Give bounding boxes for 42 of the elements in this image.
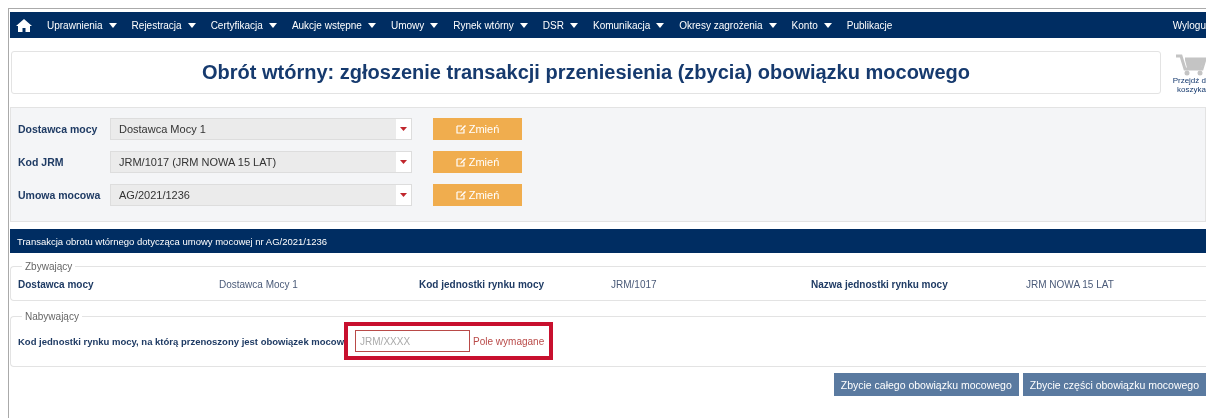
cart-link[interactable]: Przejdź d xyxy=(1172,76,1206,85)
field-value: JRM NOWA 15 LAT xyxy=(1026,279,1115,290)
section-title: Transakcja obrotu wtórnego dotycząca umowy mocowej nr AG/2021/1236 xyxy=(17,235,328,247)
logout-link[interactable]: Wylogu xyxy=(1172,19,1206,31)
nav-menu-item[interactable]: Rejestracja xyxy=(131,19,196,31)
nav-menu-item[interactable]: Komunikacja xyxy=(592,19,665,31)
nav-menu-item[interactable]: Aukcje wstępne xyxy=(291,19,376,31)
edit-icon xyxy=(455,190,466,200)
field-label: Umowa mocowa xyxy=(18,189,102,201)
nav-menu-item[interactable]: Konto xyxy=(791,19,832,31)
nav-menu-item[interactable]: Okresy zagrożenia xyxy=(679,19,777,31)
edit-icon xyxy=(455,157,466,167)
action-button[interactable]: Zbycie części obowiązku mocowego xyxy=(1022,373,1206,396)
field-label: Kod jednostki rynku mocy xyxy=(419,279,546,290)
field-label: Dostawca mocy xyxy=(18,279,95,290)
field-value: Dostawca Mocy 1 xyxy=(219,279,299,290)
group-legend: Zbywający xyxy=(22,261,76,272)
caret-icon xyxy=(400,193,407,197)
caret-icon xyxy=(400,160,407,164)
home-icon[interactable] xyxy=(16,18,32,32)
field-label: Kod JRM xyxy=(18,156,65,168)
cart-link[interactable]: koszyka xyxy=(1177,85,1206,94)
action-button[interactable]: Zbycie całego obowiązku mocowego xyxy=(833,373,1019,396)
group-legend: Nabywający xyxy=(22,311,82,322)
nav-menu-item[interactable]: Certyfikacja xyxy=(210,19,277,31)
page-title: Obrót wtórny: zgłoszenie transakcji przeniesienia (zbycia) obowiązku mocowego xyxy=(11,51,1161,94)
nav-menu-item[interactable]: Rynek wtórny xyxy=(453,19,528,31)
select-field[interactable]: AG/2021/1236 xyxy=(110,184,412,206)
field-value: JRM/1017 xyxy=(611,279,658,290)
field-label: Dostawca mocy xyxy=(18,123,99,135)
nav-menu-item[interactable]: DSR xyxy=(542,19,578,31)
error-message: Pole wymagane xyxy=(473,335,545,347)
caret-icon xyxy=(400,127,407,131)
edit-icon xyxy=(455,124,466,134)
field-label: Nazwa jednostki rynku mocy xyxy=(811,279,949,290)
select-field[interactable]: Dostawca Mocy 1 xyxy=(110,118,412,140)
nav-menu-item[interactable]: Publikacje xyxy=(846,19,893,31)
nav-menu-item[interactable]: Umowy xyxy=(390,19,439,31)
input-field[interactable]: JRM/XXXX xyxy=(355,330,471,352)
select-field[interactable]: JRM/1017 (JRM NOWA 15 LAT) xyxy=(110,151,412,173)
field-label: Kod jednostki rynku mocy, na którą przenoszony jest obowiązek mocow xyxy=(18,335,345,347)
nav-menu-item[interactable]: Uprawnienia xyxy=(47,19,117,31)
